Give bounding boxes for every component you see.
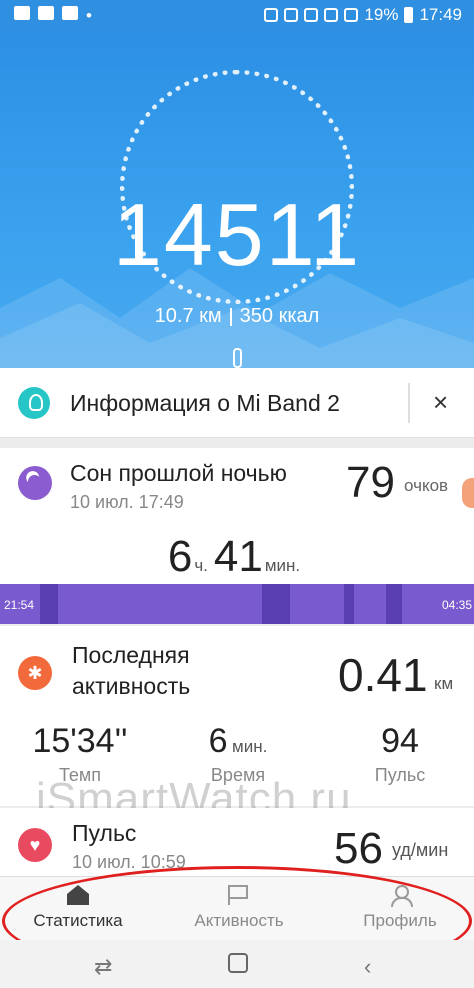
signal-icon bbox=[344, 8, 359, 22]
sleep-end-time: 04:35 bbox=[441, 598, 472, 612]
deep-sleep-segment bbox=[262, 584, 290, 624]
sleep-minutes: 41 bbox=[213, 532, 263, 581]
sleep-score-unit: очков bbox=[404, 476, 449, 495]
stat-pulse: 94 Пульс bbox=[340, 722, 460, 786]
close-icon[interactable]: × bbox=[433, 388, 448, 416]
stat-value: 94 bbox=[381, 722, 419, 760]
notification-icons: • bbox=[14, 6, 92, 26]
sleep-date: 10 июл. 17:49 bbox=[70, 492, 184, 512]
battery-percent: 19% bbox=[364, 5, 399, 24]
wifi-icon bbox=[324, 8, 339, 22]
deep-sleep-segment bbox=[344, 584, 354, 624]
pulse-unit: уд/мин bbox=[392, 840, 449, 860]
status-bar: • 19% 17:49 bbox=[0, 0, 474, 30]
stat-value: 6 bbox=[208, 722, 228, 760]
separator bbox=[229, 307, 232, 326]
image-icon bbox=[38, 6, 54, 20]
sleep-timeline[interactable]: 21:54 04:35 bbox=[0, 584, 474, 624]
sleep-hours-unit: ч. bbox=[194, 556, 208, 575]
recent-apps-icon[interactable]: ⇄ bbox=[94, 954, 112, 980]
home-button-icon[interactable] bbox=[228, 953, 248, 973]
calories-value: 350 ккал bbox=[239, 305, 320, 327]
deep-sleep-segment bbox=[386, 584, 402, 624]
info-card[interactable]: Информация о Mi Band 2 × bbox=[0, 368, 474, 438]
deep-sleep-segment bbox=[40, 584, 58, 624]
nfc-icon bbox=[264, 8, 279, 22]
steps-hero[interactable]: 14511 10.7 км 350 ккал bbox=[0, 30, 474, 368]
stat-unit: мин. bbox=[232, 737, 268, 756]
activity-distance: 0.41 bbox=[338, 649, 428, 701]
info-card-title: Информация о Mi Band 2 bbox=[70, 390, 340, 416]
distance-value: 10.7 км bbox=[154, 305, 222, 327]
video-icon bbox=[14, 6, 30, 20]
system-navigation-bar: ⇄ ‹ bbox=[0, 940, 474, 988]
moon-icon bbox=[18, 466, 52, 500]
back-icon[interactable]: ‹ bbox=[364, 954, 371, 980]
sleep-duration: 6 ч. 41 мин. bbox=[0, 532, 474, 582]
alarm-icon bbox=[304, 8, 319, 22]
distance-calories: 10.7 км 350 ккал bbox=[0, 305, 474, 328]
step-count: 14511 bbox=[112, 185, 362, 284]
stat-label: Пульс bbox=[374, 765, 426, 785]
battery-icon bbox=[404, 7, 414, 23]
sleep-minutes-unit: мин. bbox=[264, 556, 301, 575]
divider bbox=[408, 383, 410, 423]
message-icon bbox=[62, 6, 78, 20]
pulse-title: Пульс bbox=[72, 820, 137, 846]
lightbulb-icon bbox=[18, 387, 50, 419]
sleep-start-time: 21:54 bbox=[4, 598, 35, 612]
running-icon: ✱ bbox=[18, 656, 52, 690]
bluetooth-icon bbox=[284, 8, 299, 22]
band-icon bbox=[233, 348, 242, 368]
side-handle[interactable] bbox=[462, 478, 474, 508]
pulse-value: 56 bbox=[334, 824, 383, 873]
activity-title: Последняя активность bbox=[72, 642, 191, 699]
more-icon: • bbox=[86, 6, 92, 25]
sleep-hours: 6 bbox=[167, 532, 193, 581]
sleep-title: Сон прошлой ночью bbox=[70, 460, 287, 486]
activity-distance-unit: км bbox=[434, 674, 454, 693]
sleep-score: 79 bbox=[346, 458, 395, 507]
clock: 17:49 bbox=[419, 5, 462, 24]
stat-value: 15'34'' bbox=[32, 722, 128, 760]
heart-icon: ♥ bbox=[18, 828, 52, 862]
system-icons: 19% 17:49 bbox=[264, 5, 462, 25]
